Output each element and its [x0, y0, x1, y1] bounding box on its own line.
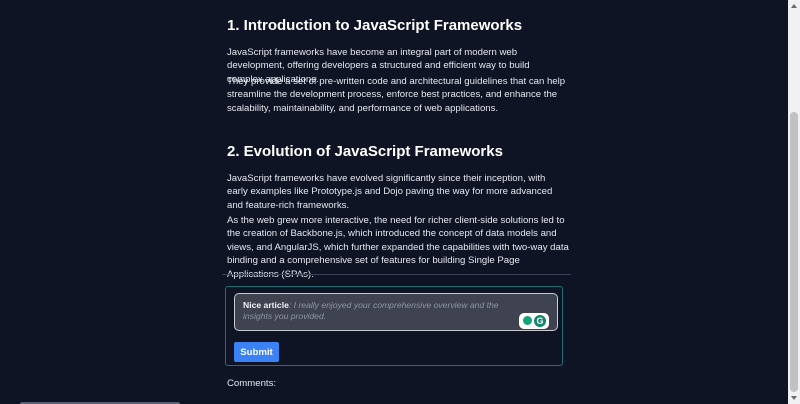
paragraph: JavaScript frameworks have evolved signi… — [227, 173, 553, 211]
section-heading-introduction: 1. Introduction to JavaScript Frameworks — [227, 17, 523, 34]
scroll-down-icon[interactable] — [791, 396, 797, 400]
grammarly-icon[interactable]: G — [519, 313, 549, 329]
paragraph: They provide a set of pre-written code a… — [227, 76, 566, 114]
vertical-scrollbar[interactable] — [788, 0, 800, 404]
section-heading-evolution: 2. Evolution of JavaScript Frameworks — [227, 143, 503, 160]
scrollbar-thumb[interactable] — [790, 112, 798, 392]
comment-textarea[interactable]: Nice article: I really enjoyed your comp… — [234, 293, 558, 331]
comments-heading: Comments: — [227, 378, 277, 389]
grammarly-g-icon: G — [534, 314, 546, 327]
section-divider — [222, 274, 571, 275]
lightbulb-icon — [523, 316, 532, 325]
scroll-up-icon[interactable] — [791, 4, 797, 8]
comment-form: Nice article: I really enjoyed your comp… — [225, 286, 563, 366]
comment-typed-text: Nice article — [243, 300, 289, 310]
submit-button[interactable]: Submit — [234, 342, 279, 362]
paragraph: As the web grew more interactive, the ne… — [227, 215, 569, 280]
